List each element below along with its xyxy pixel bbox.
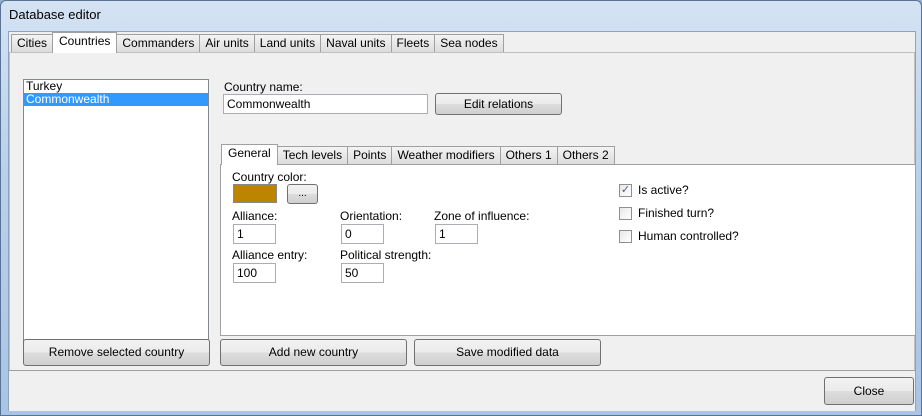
database-editor-window: Database editor Cities Countries Command… [0,0,922,416]
alliance-label: Alliance: [232,209,278,223]
add-country-button[interactable]: Add new country [220,339,407,366]
tab-countries[interactable]: Countries [52,32,118,53]
country-name-label: Country name: [224,80,303,94]
close-button[interactable]: Close [824,377,914,405]
zone-of-influence-label: Zone of influence: [434,209,530,223]
country-subtabs: General Tech levels Points Weather modif… [221,144,615,165]
country-name-input[interactable]: Commonwealth [223,94,428,114]
subtab-weather-modifiers[interactable]: Weather modifiers [391,146,501,164]
save-data-button[interactable]: Save modified data [414,339,601,366]
country-color-swatch [233,184,277,203]
country-color-label: Country color: [232,170,307,184]
alliance-input[interactable]: 1 [233,224,276,244]
is-active-checkbox[interactable]: ✓ Is active? [619,183,689,197]
political-strength-label: Political strength: [340,248,432,262]
zone-of-influence-input[interactable]: 1 [435,224,478,244]
countries-page: Turkey Commonwealth Country name: Common… [9,52,916,372]
alliance-entry-input[interactable]: 100 [233,263,276,283]
subtab-points[interactable]: Points [347,146,393,164]
window-client: Cities Countries Commanders Air units La… [8,31,916,411]
human-controlled-label: Human controlled? [638,229,739,243]
tab-commanders[interactable]: Commanders [116,34,201,52]
orientation-input[interactable]: 0 [341,224,384,244]
tab-naval-units[interactable]: Naval units [320,34,392,52]
human-controlled-checkbox[interactable]: Human controlled? [619,229,739,243]
subtab-general[interactable]: General [221,144,278,165]
remove-country-button[interactable]: Remove selected country [23,339,210,366]
bottom-bar: Close [9,370,915,411]
alliance-entry-label: Alliance entry: [232,248,308,262]
subtab-others-2[interactable]: Others 2 [556,146,615,164]
tab-cities[interactable]: Cities [11,34,54,52]
country-list[interactable]: Turkey Commonwealth [23,79,209,352]
subtab-others-1[interactable]: Others 1 [499,146,558,164]
main-tabs: Cities Countries Commanders Air units La… [11,32,504,53]
window-title: Database editor [9,7,101,22]
edit-relations-button[interactable]: Edit relations [435,93,562,115]
country-item-commonwealth[interactable]: Commonwealth [24,93,208,106]
finished-turn-label: Finished turn? [638,206,715,220]
is-active-label: Is active? [638,183,689,197]
checkmark-icon: ✓ [619,183,632,197]
tab-sea-nodes[interactable]: Sea nodes [434,34,504,52]
finished-turn-checkbox[interactable]: Finished turn? [619,206,714,220]
choose-color-button[interactable]: ... [287,184,318,204]
general-page: Country color: ... Alliance: 1 Orientati… [220,164,916,336]
political-strength-input[interactable]: 50 [341,263,384,283]
tab-air-units[interactable]: Air units [199,34,255,52]
checkbox-box [619,229,632,243]
subtab-tech-levels[interactable]: Tech levels [276,146,349,164]
tab-fleets[interactable]: Fleets [390,34,436,52]
orientation-label: Orientation: [340,209,403,223]
tab-land-units[interactable]: Land units [253,34,322,52]
checkbox-box [619,206,632,220]
